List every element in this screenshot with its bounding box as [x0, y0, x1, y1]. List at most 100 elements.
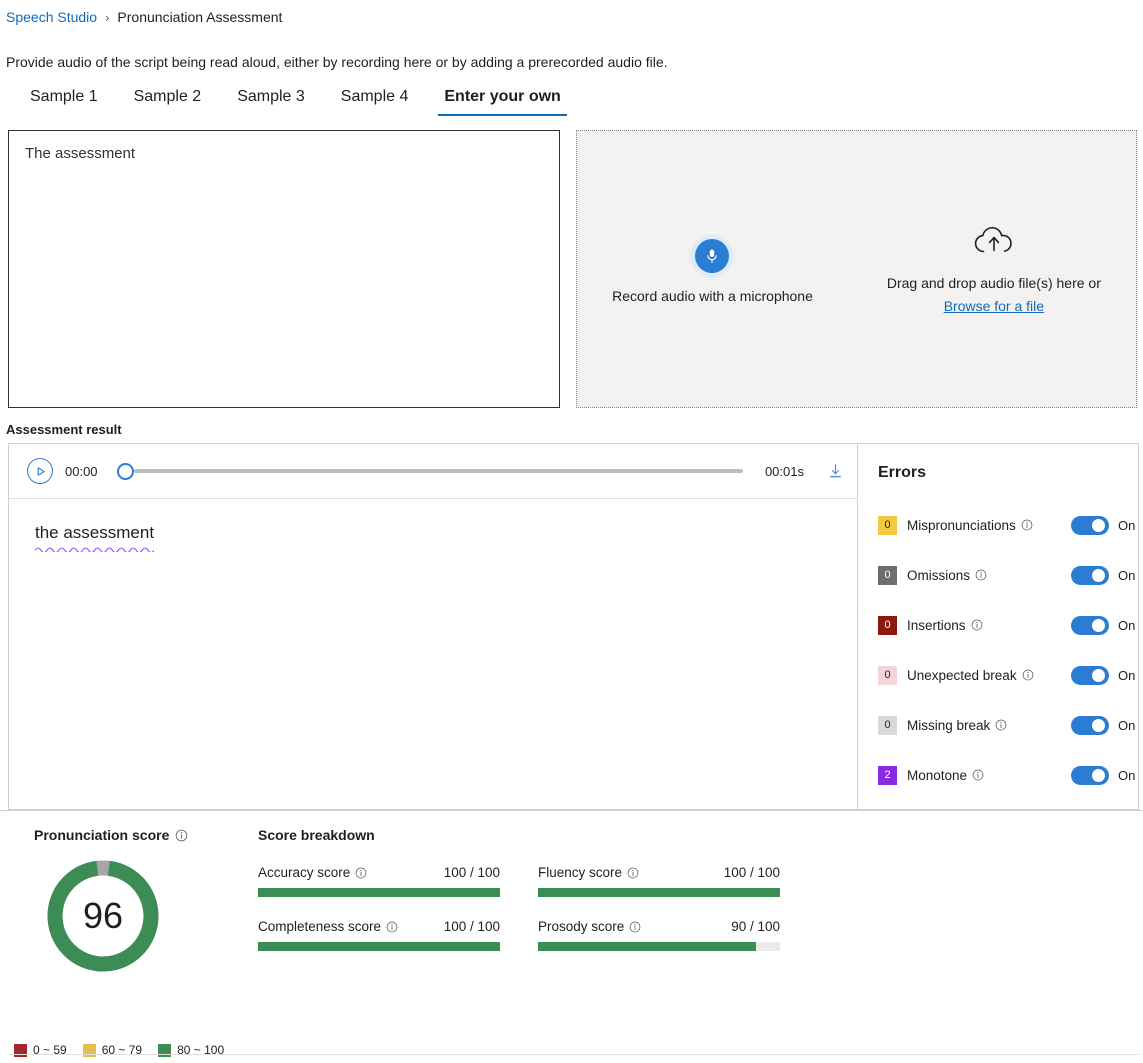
score-item-accuracy: Accuracy score 100 / 100 [258, 865, 500, 897]
error-row-missing-break: 0 Missing break On [878, 700, 1138, 750]
error-toggle[interactable] [1071, 765, 1109, 785]
error-count-badge: 0 [878, 715, 897, 735]
error-toggle[interactable] [1071, 515, 1109, 535]
toggle-knob [1092, 568, 1105, 582]
info-icon[interactable] [975, 569, 987, 581]
play-icon[interactable] [27, 458, 53, 484]
error-count-badge: 0 [878, 565, 897, 585]
error-toggle[interactable] [1071, 565, 1109, 585]
download-icon[interactable] [828, 463, 843, 479]
upload-file-group: Drag and drop audio file(s) here or Brow… [887, 224, 1101, 314]
tab-sample-2[interactable]: Sample 2 [116, 86, 220, 116]
info-icon[interactable] [386, 921, 398, 933]
error-label: Mispronunciations [907, 518, 1071, 533]
score-item-bar-fill [258, 888, 500, 897]
record-audio-button[interactable] [690, 234, 735, 278]
error-label-text: Missing break [907, 717, 991, 733]
breadcrumb-link-speech-studio[interactable]: Speech Studio [6, 9, 97, 25]
error-row-monotone: 2 Monotone On [878, 750, 1138, 800]
score-breakdown-group: Score breakdown Accuracy score 100 / 100 [248, 827, 1143, 1037]
error-count-badge: 0 [878, 665, 897, 685]
breadcrumb-current-page: Pronunciation Assessment [117, 9, 283, 25]
score-item-bar [538, 942, 780, 951]
error-label: Omissions [907, 568, 1071, 583]
assessment-result-panel: 00:00 00:01s the assessment Errors 0 Mis… [8, 443, 1139, 810]
error-label: Monotone [907, 768, 1071, 783]
score-item-header: Prosody score 90 / 100 [538, 919, 780, 934]
audio-drop-zone[interactable]: Record audio with a microphone Drag and … [576, 130, 1137, 408]
breadcrumb: Speech Studio › Pronunciation Assessment [0, 0, 1143, 28]
score-item-value: 90 / 100 [731, 919, 780, 934]
tab-sample-3[interactable]: Sample 3 [219, 86, 323, 116]
info-icon[interactable] [995, 719, 1007, 731]
error-toggle-label: On [1118, 717, 1136, 733]
tab-enter-your-own[interactable]: Enter your own [426, 86, 578, 116]
browse-for-a-file-link[interactable]: Browse for a file [944, 298, 1044, 314]
score-item-prosody: Prosody score 90 / 100 [538, 919, 780, 951]
score-breakdown-grid: Accuracy score 100 / 100 Fluency score 1… [258, 865, 1143, 951]
cloud-upload-icon [972, 224, 1016, 259]
error-label-text: Mispronunciations [907, 517, 1016, 533]
info-icon[interactable] [971, 619, 983, 631]
score-item-name: Accuracy score [258, 865, 367, 880]
script-textarea[interactable]: The assessment [8, 130, 560, 408]
score-item-bar-fill [258, 942, 500, 951]
page-description: Provide audio of the script being read a… [6, 54, 668, 70]
errors-panel: Errors 0 Mispronunciations On 0 Omission… [858, 444, 1138, 809]
info-icon[interactable] [629, 921, 641, 933]
result-left-column: 00:00 00:01s the assessment [9, 444, 858, 809]
pronunciation-score-group: Pronunciation score 96 [0, 827, 248, 1037]
error-row-insertions: 0 Insertions On [878, 600, 1138, 650]
record-audio-label: Record audio with a microphone [612, 288, 813, 304]
score-item-value: 100 / 100 [723, 865, 780, 880]
error-toggle-label: On [1118, 567, 1136, 583]
info-icon[interactable] [1021, 519, 1033, 531]
error-label-text: Omissions [907, 567, 971, 583]
error-toggle-label: On [1118, 617, 1136, 633]
error-toggle-label: On [1118, 667, 1136, 683]
error-label-text: Monotone [907, 767, 968, 783]
playback-slider-thumb[interactable] [117, 462, 134, 480]
pronunciation-score-label: Pronunciation score [34, 827, 170, 843]
info-icon[interactable] [627, 867, 639, 879]
transcript-word[interactable]: the assessment [35, 523, 155, 556]
transcript-word-text: the assessment [35, 523, 155, 542]
error-label: Missing break [907, 718, 1071, 733]
score-item-fluency: Fluency score 100 / 100 [538, 865, 780, 897]
toggle-knob [1092, 768, 1105, 782]
score-item-bar-fill [538, 942, 756, 951]
error-toggle[interactable] [1071, 615, 1109, 635]
error-count-badge: 0 [878, 515, 897, 535]
error-toggle[interactable] [1071, 665, 1109, 685]
error-toggle-label: On [1118, 517, 1136, 533]
score-item-value: 100 / 100 [443, 919, 500, 934]
info-icon[interactable] [972, 769, 984, 781]
score-item-header: Completeness score 100 / 100 [258, 919, 500, 934]
toggle-knob [1092, 618, 1105, 632]
playback-slider[interactable] [117, 461, 743, 481]
info-icon[interactable] [355, 867, 367, 879]
record-audio-group: Record audio with a microphone [612, 234, 813, 304]
playback-slider-track[interactable] [134, 469, 743, 473]
bottom-divider [8, 1054, 1139, 1055]
score-item-label: Fluency score [538, 865, 623, 880]
monotone-squiggle-icon [35, 547, 155, 552]
duration-label: 00:01s [764, 463, 804, 479]
tab-sample-4[interactable]: Sample 4 [323, 86, 427, 116]
tab-sample-1[interactable]: Sample 1 [12, 86, 116, 116]
assessment-result-label: Assessment result [6, 422, 122, 437]
score-item-name: Prosody score [538, 919, 641, 934]
info-icon[interactable] [175, 829, 188, 842]
transcript-area: the assessment [9, 499, 857, 809]
info-icon[interactable] [1022, 669, 1034, 681]
toggle-knob [1092, 518, 1105, 532]
toggle-knob [1092, 668, 1105, 682]
error-row-unexpected-break: 0 Unexpected break On [878, 650, 1138, 700]
error-label-text: Unexpected break [907, 667, 1017, 683]
score-item-label: Accuracy score [258, 865, 351, 880]
score-item-name: Fluency score [538, 865, 639, 880]
score-item-value: 100 / 100 [443, 865, 500, 880]
error-toggle[interactable] [1071, 715, 1109, 735]
score-section: Pronunciation score 96 Score breakdown A… [0, 811, 1143, 1037]
sample-tabs: Sample 1 Sample 2 Sample 3 Sample 4 Ente… [0, 70, 1143, 116]
